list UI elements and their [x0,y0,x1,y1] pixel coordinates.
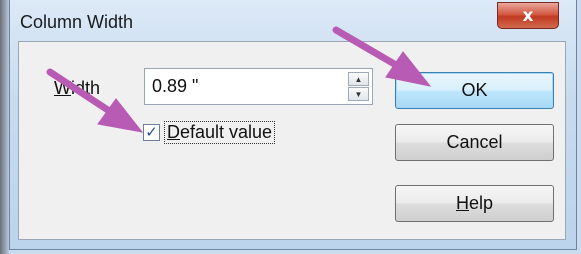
close-icon: x [522,5,534,26]
width-spinbox[interactable]: ▲ ▼ [144,68,373,105]
checkmark-icon: ✓ [145,123,158,141]
default-value-label[interactable]: Default value [164,121,276,144]
dialog-body: Width ▲ ▼ ✓ Default value OK Cancel Help [18,41,566,240]
dialog-title: Column Width [20,12,134,32]
close-button[interactable]: x [497,2,559,29]
spin-up-icon[interactable]: ▲ [348,72,369,86]
width-label: Width [54,78,101,98]
spin-buttons: ▲ ▼ [348,72,369,101]
default-value-checkbox[interactable]: ✓ [143,124,160,141]
ok-button[interactable]: OK [395,72,554,109]
background-window-edge [0,0,9,254]
spin-down-icon[interactable]: ▼ [348,87,369,101]
cancel-button[interactable]: Cancel [395,124,554,161]
width-input[interactable] [145,69,341,104]
column-width-dialog: Column Width x Width ▲ ▼ ✓ Default value… [9,0,577,250]
help-button[interactable]: Help [395,185,554,222]
default-value-checkbox-row[interactable]: ✓ Default value [143,121,276,144]
